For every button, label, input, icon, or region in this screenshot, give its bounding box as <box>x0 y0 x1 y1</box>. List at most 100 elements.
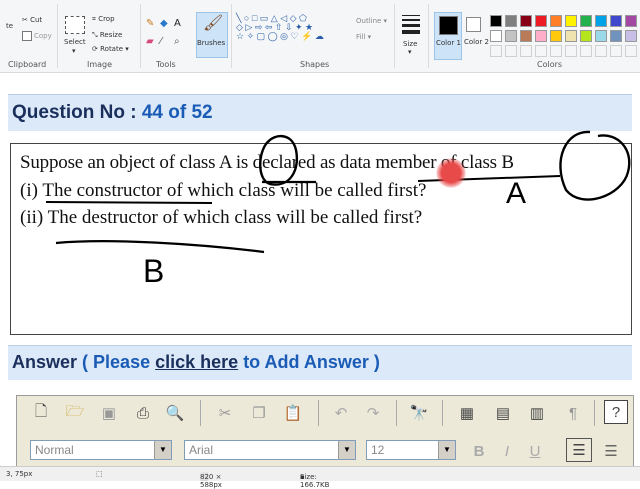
cut-icon[interactable]: ✂ <box>212 400 238 426</box>
style-select-value: Normal <box>35 443 74 457</box>
custom-color-slot[interactable] <box>550 45 562 57</box>
palette-swatch[interactable] <box>625 30 637 42</box>
save-icon[interactable]: ▣ <box>96 400 122 426</box>
copy-icon[interactable]: ❐ <box>246 400 272 426</box>
align-left-icon[interactable]: ☰ <box>566 438 592 462</box>
status-bar: 3, 75px ⬚ ⬜ 820 × 588px ▪ Size: 166.7KB <box>0 466 640 489</box>
question-number: 44 of 52 <box>141 102 213 123</box>
add-answer-link[interactable]: click here <box>155 352 238 372</box>
toolbar-separator <box>442 400 443 426</box>
chevron-down-icon: ▼ <box>338 441 355 459</box>
crop-button[interactable]: ⌗ Crop <box>92 15 115 24</box>
divider <box>140 4 141 68</box>
color2-swatch[interactable] <box>466 17 481 32</box>
custom-color-slot[interactable] <box>580 45 592 57</box>
insert-column-icon[interactable]: ▥ <box>524 400 550 426</box>
palette-swatch[interactable] <box>520 30 532 42</box>
align-center-icon[interactable]: ☰ <box>598 438 624 464</box>
resize-icon: ⤡ <box>92 31 98 39</box>
font-select[interactable]: Arial ▼ <box>184 440 356 460</box>
palette-swatch[interactable] <box>580 15 592 27</box>
bold-icon[interactable]: B <box>466 438 492 464</box>
palette-swatch[interactable] <box>610 15 622 27</box>
print-preview-icon[interactable]: 🔍 <box>162 400 188 426</box>
redo-icon[interactable]: ↷ <box>360 400 386 426</box>
question-title: Question No : 44 of 52 <box>12 102 213 124</box>
new-document-icon[interactable]: 🗋 <box>28 400 54 426</box>
palette-swatch[interactable] <box>595 15 607 27</box>
clipboard-group-label: Clipboard <box>8 60 47 69</box>
select-button[interactable]: Select <box>64 38 86 46</box>
paragraph-icon[interactable]: ¶ <box>560 400 586 426</box>
find-icon[interactable]: 🔭 <box>406 400 432 426</box>
palette-swatch[interactable] <box>490 30 502 42</box>
copy-button[interactable]: Copy <box>22 31 52 41</box>
copy-icon <box>22 31 32 41</box>
brush-icon: 🖌 <box>203 15 224 32</box>
toolbar-separator <box>396 400 397 426</box>
fill-bucket-icon[interactable]: ◆ <box>160 18 168 29</box>
help-icon[interactable]: ? <box>604 400 628 424</box>
palette-swatch[interactable] <box>505 15 517 27</box>
magnifier-icon[interactable]: ⌕ <box>174 36 180 47</box>
color1-label: Color 1 <box>436 39 461 47</box>
italic-icon[interactable]: I <box>494 438 520 464</box>
color1-button[interactable]: Color 1 <box>434 12 462 60</box>
palette-swatch[interactable] <box>565 15 577 27</box>
style-select[interactable]: Normal ▼ <box>30 440 172 460</box>
paste-icon[interactable]: 📋 <box>280 400 306 426</box>
palette-swatch[interactable] <box>490 15 502 27</box>
palette-swatch[interactable] <box>565 30 577 42</box>
custom-color-slot[interactable] <box>565 45 577 57</box>
size-dropdown-icon[interactable]: ▾ <box>408 48 412 56</box>
palette-swatch[interactable] <box>535 30 547 42</box>
eraser-icon[interactable]: ▰ <box>146 36 154 47</box>
pencil-icon[interactable]: ✎ <box>146 18 154 29</box>
palette-swatch[interactable] <box>580 30 592 42</box>
undo-icon[interactable]: ↶ <box>328 400 354 426</box>
text-tool-icon[interactable]: A <box>174 18 181 29</box>
rotate-button[interactable]: ⟳ Rotate ▾ <box>92 45 129 53</box>
answer-suffix: to Add Answer ) <box>243 352 380 372</box>
tools-group-label: Tools <box>156 60 176 69</box>
divider <box>394 4 395 68</box>
palette-swatch[interactable] <box>595 30 607 42</box>
underline-icon[interactable]: U <box>522 438 548 464</box>
custom-color-slot[interactable] <box>610 45 622 57</box>
palette-swatch[interactable] <box>550 15 562 27</box>
insert-table-icon[interactable]: ▦ <box>454 400 480 426</box>
palette-swatch[interactable] <box>550 30 562 42</box>
palette-swatch[interactable] <box>520 15 532 27</box>
brushes-button[interactable]: 🖌 Brushes <box>196 12 228 58</box>
insert-row-icon[interactable]: ▤ <box>490 400 516 426</box>
size-button[interactable]: Size <box>403 40 417 48</box>
custom-color-slot[interactable] <box>520 45 532 57</box>
cut-button[interactable]: ✂ Cut <box>22 16 42 24</box>
select-dropdown-icon[interactable]: ▾ <box>72 47 76 55</box>
custom-color-slot[interactable] <box>625 45 637 57</box>
custom-color-slot[interactable] <box>535 45 547 57</box>
resize-button[interactable]: ⤡ Resize <box>92 31 122 40</box>
custom-color-slot[interactable] <box>595 45 607 57</box>
print-icon[interactable]: ⎙ <box>130 400 156 426</box>
custom-color-slot[interactable] <box>490 45 502 57</box>
scissors-icon: ✂ <box>22 16 28 24</box>
shapes-gallery[interactable]: ╲ ○ □ ▭ △ ◁ ◇ ⬠ ◇ ▷ ⇨ ⇦ ⇧ ⇩ ✦ ★ ☆ ✧ ▢ ◯ ◎ … <box>236 14 324 41</box>
image-group-label: Image <box>87 60 113 69</box>
colors-group-label: Colors <box>537 60 563 69</box>
palette-swatch[interactable] <box>535 15 547 27</box>
paste-partial[interactable]: te <box>6 22 13 30</box>
divider <box>231 4 232 68</box>
palette-swatch[interactable] <box>505 30 517 42</box>
color-picker-icon[interactable]: ⁄ <box>160 36 162 47</box>
outline-button[interactable]: Outline ▾ <box>356 17 387 25</box>
palette-swatch[interactable] <box>625 15 637 27</box>
font-size-select[interactable]: 12 ▼ <box>366 440 456 460</box>
select-icon <box>65 16 85 34</box>
palette-swatch[interactable] <box>610 30 622 42</box>
fill-button[interactable]: Fill ▾ <box>356 33 371 41</box>
custom-color-slot[interactable] <box>505 45 517 57</box>
brushes-label: Brushes <box>197 39 226 47</box>
open-folder-icon[interactable]: 🗁 <box>62 400 88 426</box>
chevron-down-icon: ▼ <box>154 441 171 459</box>
